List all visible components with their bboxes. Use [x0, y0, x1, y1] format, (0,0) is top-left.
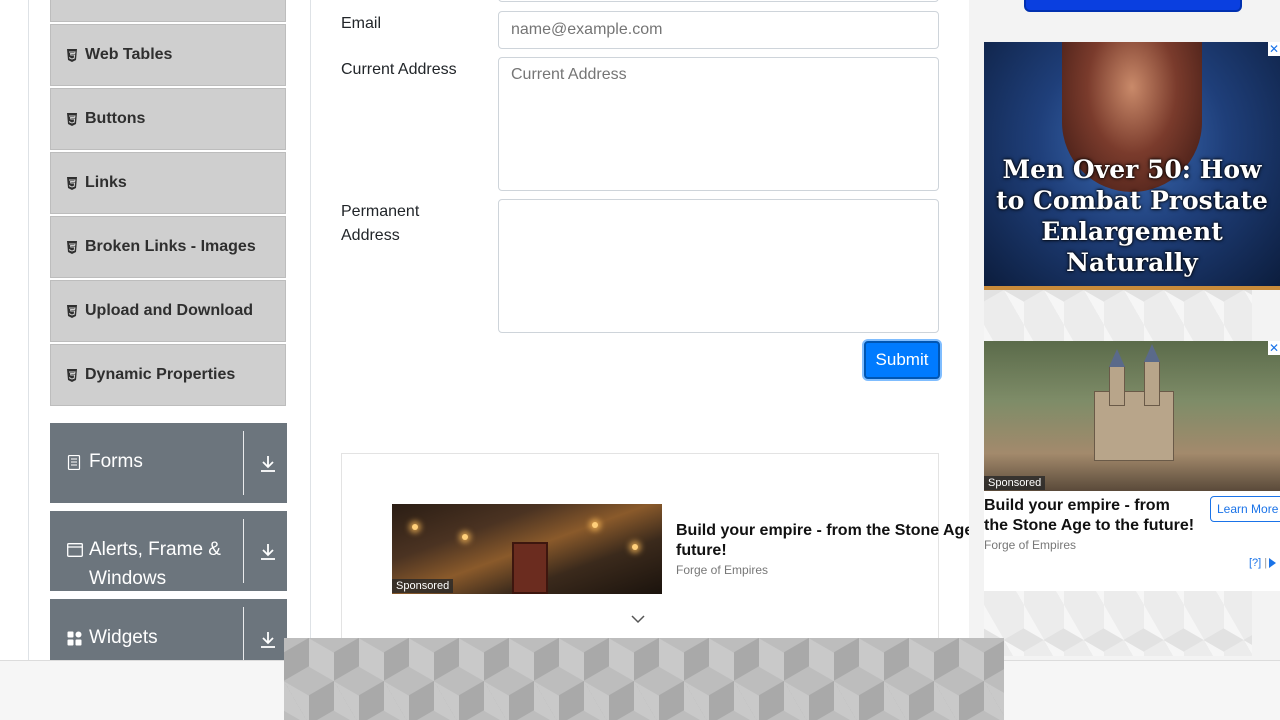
html5-icon — [65, 304, 78, 318]
html5-icon — [65, 112, 78, 126]
sidebar-item-web-tables[interactable]: Web Tables — [50, 24, 286, 86]
sidebar-item-dynamic-properties[interactable]: Dynamic Properties — [50, 344, 286, 406]
tram — [512, 542, 548, 594]
headline-line: to Combat Prostate — [996, 186, 1268, 215]
sidebar-item-label: Buttons — [85, 110, 146, 127]
headline-line: Enlargement — [1041, 217, 1223, 246]
ad-title[interactable]: Build your empire - from — [984, 496, 1170, 516]
divider — [243, 519, 244, 583]
html5-icon — [65, 176, 78, 190]
widgets-icon — [67, 631, 82, 646]
tower — [1109, 366, 1125, 406]
ad-title-line2[interactable]: future! — [676, 541, 727, 561]
close-icon[interactable]: ✕ — [1268, 341, 1280, 355]
headline-line: Naturally — [1066, 248, 1198, 277]
ad-image — [984, 341, 1280, 491]
learn-more-button[interactable]: Learn More — [1210, 496, 1280, 522]
sidebar-item-buttons[interactable]: Buttons — [50, 88, 286, 150]
permanent-address-field[interactable] — [498, 199, 939, 333]
name-field-partial[interactable] — [498, 0, 939, 2]
ad-title-line2[interactable]: the Stone Age to the future! — [984, 516, 1194, 536]
headline-line: Men Over 50: How — [1002, 155, 1262, 184]
sidebar-item-label: Broken Links - Images — [85, 238, 256, 255]
html5-icon — [65, 368, 78, 382]
ad-title[interactable]: Build your empire - from the Stone Age t… — [676, 521, 976, 541]
html5-icon — [65, 240, 78, 254]
download-icon[interactable] — [260, 543, 278, 561]
email-field[interactable] — [498, 11, 939, 49]
sidebar-item-label: Links — [85, 174, 127, 191]
roof — [1109, 349, 1125, 367]
castle-ad[interactable]: Sponsored Build your empire - from the S… — [984, 341, 1280, 591]
sidebar-group-alerts[interactable]: Alerts, Frame & Windows — [50, 511, 287, 591]
download-icon[interactable] — [260, 455, 278, 473]
sidebar-item-partial[interactable] — [50, 0, 286, 22]
ad-source: Forge of Empires — [676, 563, 769, 577]
lamp — [412, 524, 418, 530]
ad-source: Forge of Empires — [984, 538, 1077, 552]
chevron-down-icon[interactable] — [630, 612, 646, 630]
permanent-address-label: Permanent — [341, 203, 420, 220]
email-label: Email — [341, 15, 382, 32]
current-address-label: Current Address — [341, 61, 457, 78]
sidebar-item-label: Web Tables — [85, 46, 173, 63]
adchoices-icon — [1269, 558, 1277, 569]
window-icon — [67, 543, 83, 558]
form-icon — [67, 454, 82, 471]
top-ad-button[interactable] — [1024, 0, 1242, 12]
submit-button[interactable]: Submit — [864, 341, 940, 379]
sidebar-item-links[interactable]: Links — [50, 152, 286, 214]
group-label: Widgets — [89, 627, 158, 648]
permanent-address-label-line2: Address — [341, 227, 400, 244]
lamp — [632, 544, 638, 550]
html5-icon — [65, 48, 78, 62]
castle — [1094, 391, 1174, 461]
adchoices-text: [?] — [1249, 557, 1262, 569]
ad-headline: Men Over 50: How to Combat Prostate Enla… — [984, 154, 1280, 278]
adchoices-link[interactable]: [?] | — [1249, 557, 1277, 569]
close-icon[interactable]: ✕ — [1268, 42, 1280, 56]
sidebar-item-upload-download[interactable]: Upload and Download — [50, 280, 286, 342]
sidebar-item-broken-links[interactable]: Broken Links - Images — [50, 216, 286, 278]
lamp — [592, 522, 598, 528]
sponsored-tag: Sponsored — [984, 476, 1046, 490]
divider — [243, 431, 244, 495]
bottom-ad-banner[interactable] — [284, 638, 1004, 720]
lamp — [462, 534, 468, 540]
group-label: Forms — [89, 451, 143, 472]
sponsored-tag: Sponsored — [392, 579, 454, 593]
tower — [1144, 361, 1160, 406]
sidebar-item-label: Upload and Download — [85, 302, 253, 319]
roof — [1144, 344, 1160, 362]
group-label: Alerts, Frame & — [89, 539, 221, 560]
sidebar-group-forms[interactable]: Forms — [50, 423, 287, 503]
prostate-ad[interactable]: Men Over 50: How to Combat Prostate Enla… — [984, 42, 1280, 290]
download-icon[interactable] — [260, 631, 278, 649]
group-label-line2: Windows — [89, 568, 167, 589]
sidebar-item-label: Dynamic Properties — [85, 366, 236, 383]
current-address-field[interactable] — [498, 57, 939, 191]
